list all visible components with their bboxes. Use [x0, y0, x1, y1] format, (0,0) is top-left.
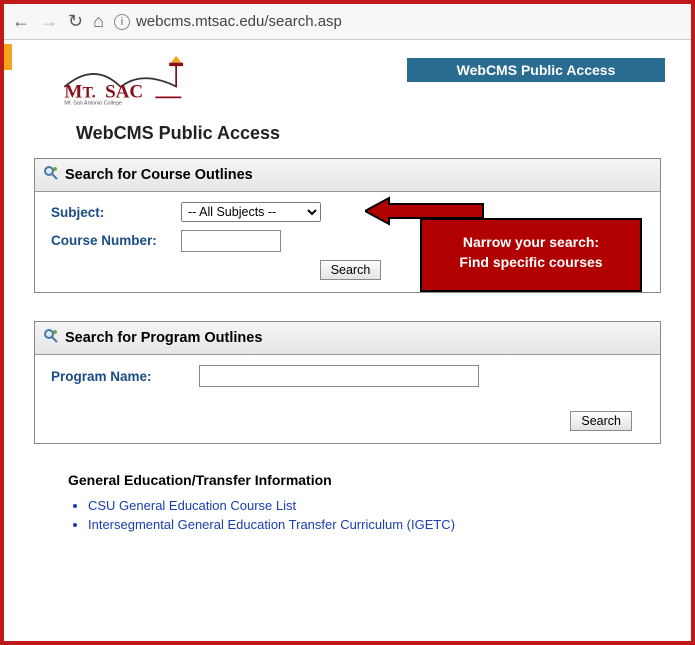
ge-link-igetc-anchor[interactable]: Intersegmental General Education Transfe… [88, 517, 455, 532]
site-logo[interactable]: M T. SAC Mt. San Antonio College [30, 48, 207, 111]
program-name-label: Program Name: [51, 369, 179, 384]
page-content: M T. SAC Mt. San Antonio College WebCMS … [4, 40, 691, 546]
program-search-button[interactable]: Search [570, 411, 632, 431]
side-accent [4, 44, 12, 70]
svg-text:SAC: SAC [105, 81, 143, 102]
screenshot-frame: ← → ↻ ⌂ i webcms.mtsac.edu/search.asp M … [0, 0, 695, 645]
mtsac-logo-icon: M T. SAC Mt. San Antonio College [60, 54, 207, 106]
public-access-banner: WebCMS Public Access [407, 58, 665, 82]
forward-icon: → [40, 11, 58, 32]
course-number-label: Course Number: [51, 234, 161, 249]
callout-line2: Find specific courses [432, 254, 630, 270]
subject-select[interactable]: -- All Subjects -- [181, 202, 321, 222]
magnifier-icon [43, 165, 59, 185]
ge-section-title: General Education/Transfer Information [68, 472, 665, 488]
public-access-label: WebCMS Public Access [457, 62, 616, 78]
subject-label: Subject: [51, 205, 161, 220]
course-panel-header: Search for Course Outlines [35, 159, 660, 192]
svg-text:M: M [64, 81, 82, 102]
home-icon[interactable]: ⌂ [93, 11, 104, 32]
ge-transfer-section: General Education/Transfer Information C… [68, 472, 665, 532]
ge-link-csu-anchor[interactable]: CSU General Education Course List [88, 498, 296, 513]
site-info-icon[interactable]: i [114, 14, 130, 30]
page-title: WebCMS Public Access [76, 123, 665, 144]
program-panel-title: Search for Program Outlines [65, 330, 262, 346]
course-search-button[interactable]: Search [320, 260, 382, 280]
url-text: webcms.mtsac.edu/search.asp [136, 13, 342, 30]
callout-line1: Narrow your search: [432, 234, 630, 250]
program-search-panel: Search for Program Outlines Program Name… [34, 321, 661, 444]
course-number-input[interactable] [181, 230, 281, 252]
course-panel-title: Search for Course Outlines [65, 167, 253, 183]
browser-toolbar: ← → ↻ ⌂ i webcms.mtsac.edu/search.asp [4, 4, 691, 40]
ge-link-igetc: Intersegmental General Education Transfe… [88, 517, 665, 532]
course-search-panel: Search for Course Outlines Subject: -- A… [34, 158, 661, 293]
program-name-input[interactable] [199, 365, 479, 387]
svg-text:Mt. San Antonio College: Mt. San Antonio College [64, 100, 122, 106]
magnifier-icon [43, 328, 59, 348]
program-panel-header: Search for Program Outlines [35, 322, 660, 355]
reload-icon[interactable]: ↻ [68, 11, 83, 32]
address-bar[interactable]: i webcms.mtsac.edu/search.asp [114, 13, 342, 30]
callout-box: Narrow your search: Find specific course… [420, 218, 642, 292]
ge-link-csu: CSU General Education Course List [88, 498, 665, 513]
svg-text:T.: T. [83, 84, 96, 101]
back-icon[interactable]: ← [12, 11, 30, 32]
